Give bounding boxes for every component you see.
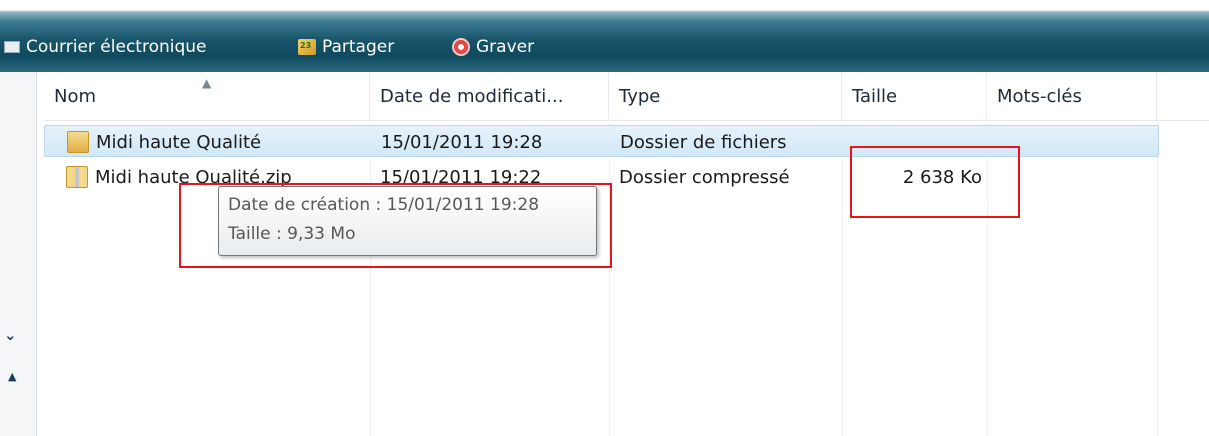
column-header-keywords-label: Mots-clés <box>997 85 1082 107</box>
column-header-size-label: Taille <box>852 85 898 107</box>
type-cell: Dossier compressé <box>619 166 790 188</box>
zip-folder-icon <box>66 166 88 188</box>
share-label: Partager <box>322 37 395 57</box>
navigation-pane: ⌄ ▲ <box>0 72 37 436</box>
column-header-name[interactable]: Nom ▲ <box>44 72 370 120</box>
date-cell: 15/01/2011 19:28 <box>381 131 543 153</box>
column-header-date-label: Date de modificati... <box>380 85 564 107</box>
file-name-cell: Midi haute Qualité <box>67 126 261 158</box>
column-header-type[interactable]: Type <box>609 72 842 120</box>
column-header-date[interactable]: Date de modificati... <box>370 72 609 120</box>
type-cell: Dossier de fichiers <box>620 131 787 153</box>
annotation-box-tooltip <box>179 183 612 268</box>
email-label: Courrier électronique <box>26 37 207 57</box>
command-bar: Courrier électronique 23 Partager Graver <box>0 0 1209 72</box>
sort-arrow-icon: ▲ <box>202 76 212 90</box>
column-header-name-label: Nom <box>54 85 97 107</box>
chevron-down-icon[interactable]: ⌄ <box>4 326 17 344</box>
burn-button[interactable]: Graver <box>452 34 534 60</box>
column-header-row: Nom ▲ Date de modificati... Type Taille … <box>44 72 1209 121</box>
chevron-up-icon[interactable]: ▲ <box>8 370 16 383</box>
email-icon <box>4 41 20 53</box>
share-button[interactable]: 23 Partager <box>298 34 394 60</box>
folder-icon <box>67 131 89 153</box>
column-header-keywords[interactable]: Mots-clés <box>987 72 1157 120</box>
column-header-size[interactable]: Taille <box>842 72 987 120</box>
annotation-box-size <box>850 146 1020 218</box>
file-name: Midi haute Qualité <box>96 131 262 153</box>
burn-disc-icon <box>452 38 470 56</box>
column-header-type-label: Type <box>619 85 661 107</box>
burn-label: Graver <box>476 37 535 57</box>
share-icon: 23 <box>298 39 316 55</box>
email-button[interactable]: Courrier électronique <box>4 34 207 60</box>
